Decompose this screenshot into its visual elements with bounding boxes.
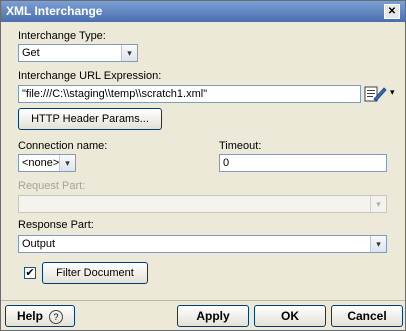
interchange-type-label: Interchange Type: (18, 30, 106, 42)
chevron-down-icon: ▾ (370, 196, 386, 212)
chevron-down-icon[interactable]: ▾ (59, 155, 75, 171)
interchange-type-value: Get (22, 47, 40, 59)
footer-separator (1, 300, 405, 301)
request-part-select: ▾ (18, 195, 387, 213)
help-icon: ? (49, 310, 64, 324)
response-part-select[interactable]: Output ▾ (18, 235, 387, 253)
chevron-down-icon: ▾ (390, 87, 395, 97)
expression-editor-button[interactable]: ▾ (364, 85, 404, 103)
filter-document-checkbox[interactable]: ✔ (24, 267, 36, 279)
connection-name-select[interactable]: <none> ▾ (18, 154, 76, 172)
expression-editor-icon (364, 86, 387, 102)
url-expression-label: Interchange URL Expression: (18, 70, 162, 82)
title-bar: XML Interchange ✕ (1, 1, 405, 22)
http-header-params-button[interactable]: HTTP Header Params... (18, 108, 162, 130)
response-part-label: Response Part: (18, 219, 94, 231)
connection-name-value: <none> (22, 157, 60, 169)
response-part-value: Output (22, 238, 56, 250)
cancel-button[interactable]: Cancel (331, 305, 403, 327)
close-button[interactable]: ✕ (384, 4, 400, 19)
help-button[interactable]: Help ? (5, 305, 75, 327)
request-part-label: Request Part: (18, 180, 86, 192)
chevron-down-icon[interactable]: ▾ (370, 236, 386, 252)
url-expression-input[interactable]: "file:///C:\\staging\\temp\\scratch1.xml… (18, 85, 361, 103)
timeout-label: Timeout: (219, 140, 262, 152)
window-title: XML Interchange (6, 4, 103, 18)
filter-document-button[interactable]: Filter Document (42, 262, 148, 284)
xml-interchange-dialog: XML Interchange ✕ Interchange Type: Get … (0, 0, 406, 331)
timeout-input[interactable]: 0 (219, 154, 387, 172)
chevron-down-icon[interactable]: ▾ (121, 45, 137, 61)
ok-button[interactable]: OK (254, 305, 326, 327)
connection-name-label: Connection name: (18, 140, 108, 152)
help-label: Help (16, 309, 43, 323)
interchange-type-select[interactable]: Get ▾ (18, 44, 138, 62)
apply-button[interactable]: Apply (177, 305, 249, 327)
